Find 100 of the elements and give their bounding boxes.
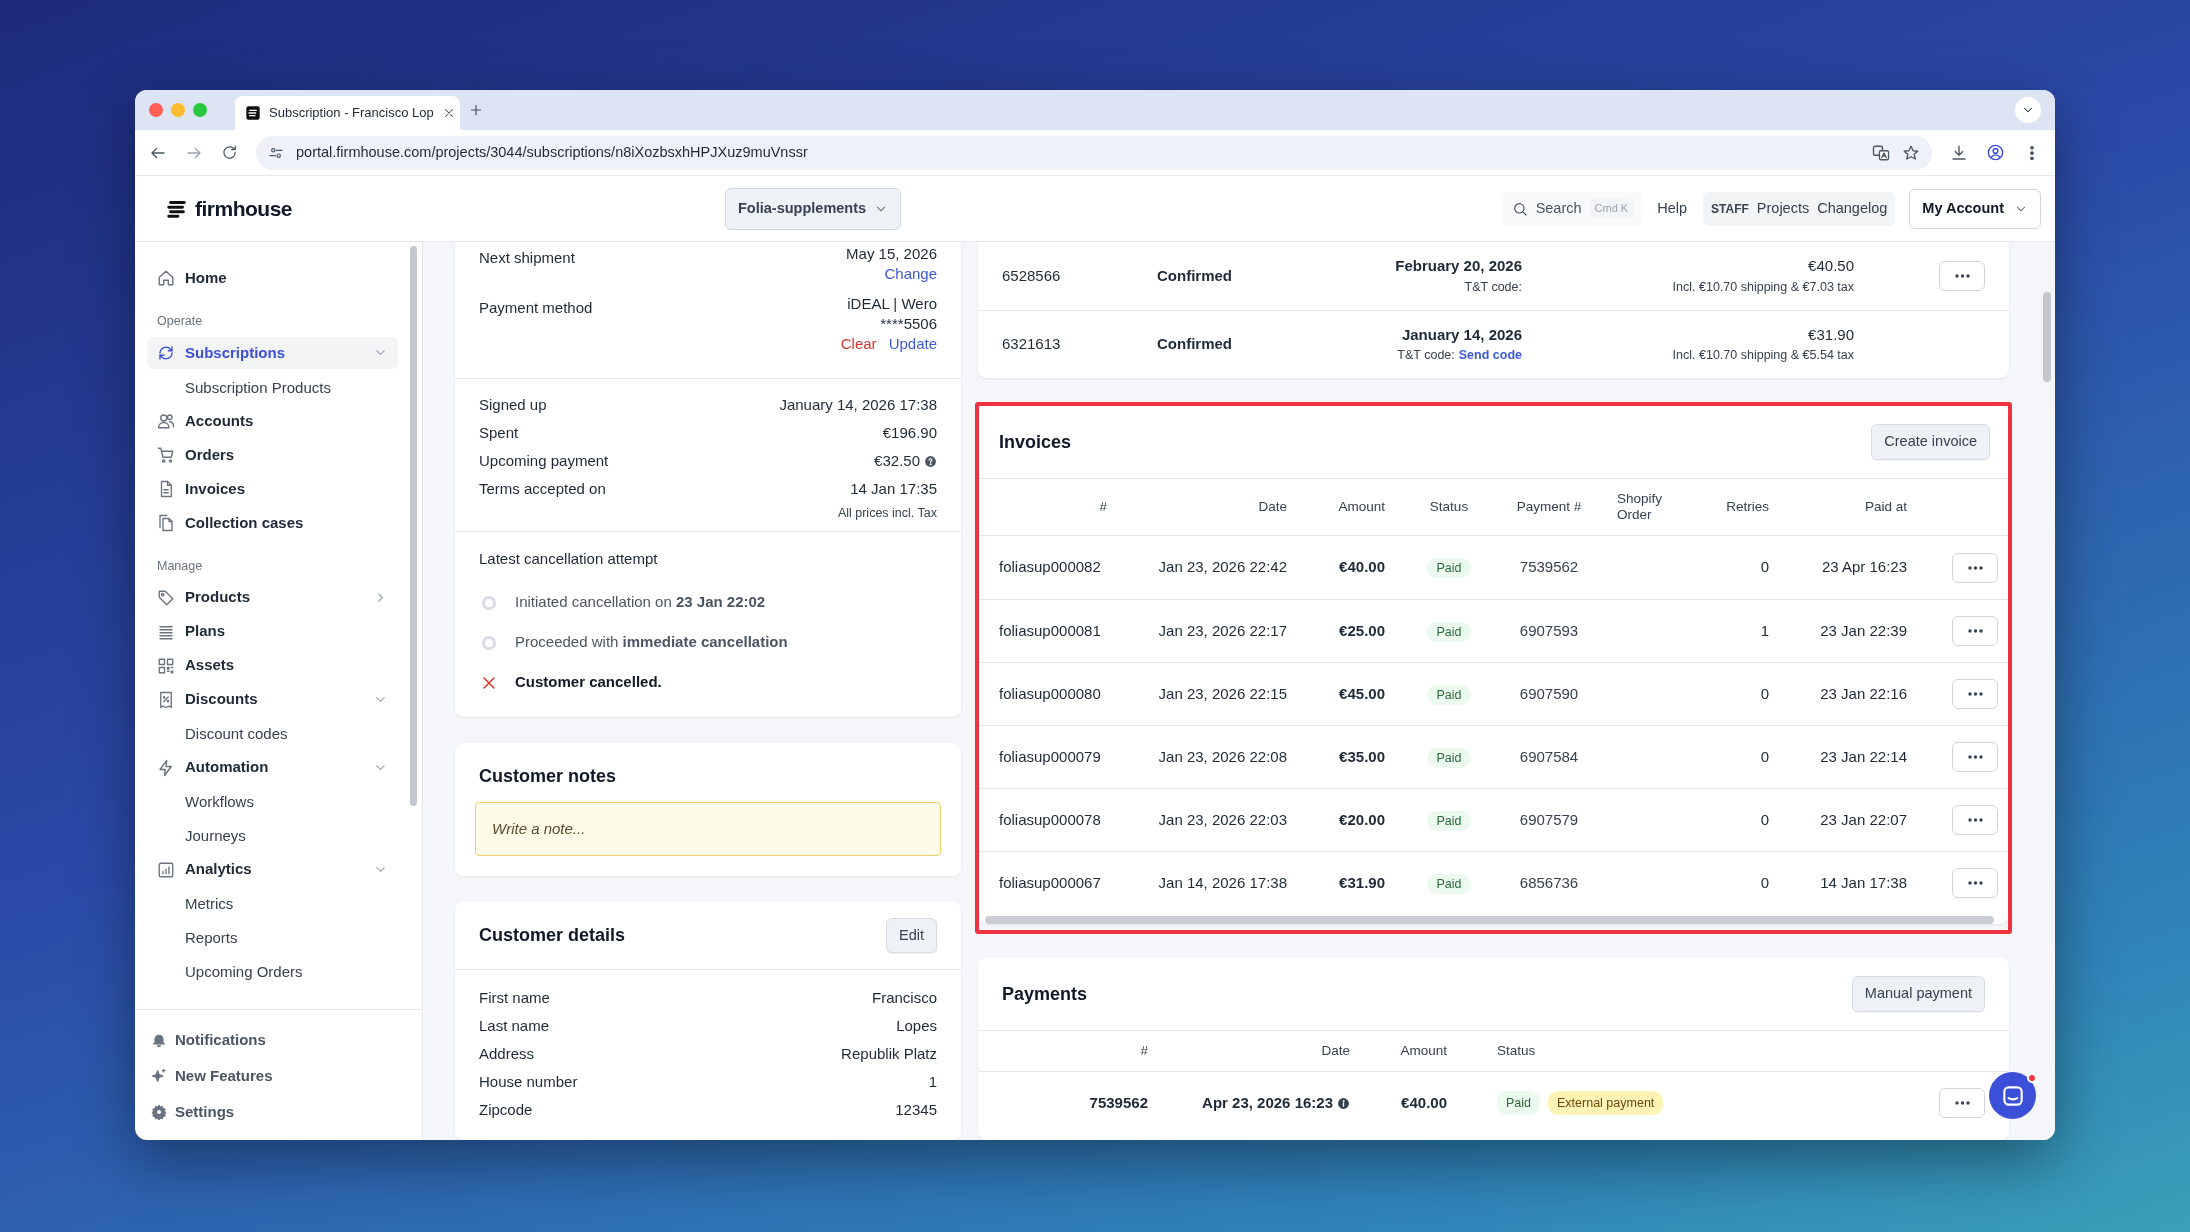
send-code-link[interactable]: Send code [1458,348,1522,363]
column-header: # [1140,1042,1148,1058]
detail-label: First name [479,988,550,1009]
detail-value: May 15, 2026 [846,244,937,264]
more-button[interactable] [1952,679,1998,709]
detail-label: Spent [479,423,519,443]
detail-value: €32.50 [874,451,920,471]
staff-link[interactable]: Projects [1756,197,1810,220]
help-link[interactable]: Help [1657,197,1688,220]
sidebar-item[interactable]: Products [147,581,398,614]
star-icon[interactable] [1902,143,1920,162]
detail-value: Lopes [896,1016,937,1037]
edit-button[interactable]: Edit [886,917,937,954]
column-header: Amount [1400,1042,1447,1058]
project-dropdown[interactable]: Folia-supplements [725,187,902,230]
scrollbar[interactable] [2043,292,2051,382]
sidebar-subitem[interactable]: Subscription Products [147,370,398,405]
table-cell: 23 Jan 22:14 [1820,747,1907,765]
sidebar-subitem[interactable]: Workflows [147,785,398,820]
order-date: January 14, 2026 [1400,324,1522,345]
sidebar-item[interactable]: Collection cases [147,506,398,539]
action-link[interactable]: Change [884,265,937,282]
sidebar-item[interactable]: Subscriptions [147,336,398,369]
logo-text[interactable]: firmhouse [195,192,292,225]
tab-favicon-icon [245,105,261,121]
profile-icon[interactable] [1986,143,2005,162]
more-icon [1967,692,1983,696]
sidebar-item[interactable]: Invoices [147,472,398,505]
sidebar-subitem[interactable]: Reports [147,921,398,956]
column-header: # [1099,498,1107,516]
sidebar-subitem[interactable]: Metrics [147,887,398,922]
sidebar-subitem[interactable]: Upcoming Orders [147,955,398,990]
table-cell: 23 Jan 22:16 [1820,684,1907,702]
timeline-text: Proceeded with immediate cancellation [515,632,788,653]
sidebar-item[interactable]: Plans [147,615,398,648]
more-button[interactable] [1939,1088,1985,1118]
card-title: Invoices [999,430,1072,454]
help-icon[interactable] [924,454,937,468]
download-icon[interactable] [1950,143,1968,162]
search-icon [1511,200,1528,217]
detail-value: 1 [928,1072,937,1093]
sidebar-subitem[interactable]: Discount codes [147,717,398,752]
detail-value: iDEAL | Wero [846,294,937,314]
sidebar-item[interactable]: Notifications [151,1022,406,1058]
translate-icon[interactable] [1872,143,1890,162]
sidebar-item[interactable]: Analytics [147,853,398,886]
create-invoice-button[interactable]: Create invoice [1871,424,1990,460]
address-bar[interactable]: portal.firmhouse.com/projects/3044/subscriptions/n8iXozbsxhHPJXuz9muVnssr [256,135,1932,170]
tag-icon [157,588,175,607]
tab-list-button[interactable] [2015,97,2041,123]
scrollbar[interactable] [985,916,1994,924]
browser-tab[interactable]: Subscription - Francisco Lop [235,96,460,130]
action-link[interactable]: Update [888,335,937,352]
more-button[interactable] [1952,616,1998,646]
more-button[interactable] [1952,868,1998,898]
order-breakdown: Incl. €10.70 shipping & €7.03 tax [1671,278,1854,296]
status-badge: Paid [1427,558,1471,579]
manual-payment-button[interactable]: Manual payment [1851,976,1985,1012]
settings-icon [151,1104,167,1120]
order-date: February 20, 2026 [1394,256,1522,277]
sidebar-item[interactable]: Orders [147,438,398,471]
table-cell-text: Apr 23, 2026 16:23 [1202,1092,1333,1113]
clear-link[interactable]: Clear [840,335,877,352]
more-button[interactable] [1952,742,1998,772]
order-amount: €31.90 [1807,324,1854,345]
table-cell: 0 [1760,558,1769,576]
table-cell: Jan 23, 2026 22:42 [1158,558,1287,576]
info-icon[interactable] [1337,1096,1350,1110]
tracking-label: T&T code: [1464,279,1522,294]
sidebar-item[interactable]: Home [147,262,398,294]
more-button[interactable] [1952,805,1998,835]
sidebar-item[interactable]: Automation [147,751,398,784]
more-button[interactable] [1952,552,1998,583]
documents-icon [157,513,175,532]
sparkle-icon [151,1068,167,1084]
sidebar-item[interactable]: Settings [151,1094,406,1130]
more-button[interactable] [1939,261,1985,291]
staff-link[interactable]: Changelog [1817,197,1888,220]
sidebar-item[interactable]: Assets [147,649,398,682]
new-tab-icon[interactable] [468,102,484,118]
sidebar-item[interactable]: Discounts [147,683,398,716]
table-cell: 0 [1760,747,1769,765]
table-cell: 6907584 [1519,747,1579,765]
column-header: Status [1497,1042,1536,1058]
window-control[interactable] [193,103,207,117]
note-field[interactable]: Write a note... [475,801,941,856]
table-cell: 0 [1760,873,1769,891]
reload-icon[interactable] [221,144,238,161]
scrollbar[interactable] [410,246,417,806]
sidebar-subitem[interactable]: Journeys [147,819,398,854]
table-cell: Jan 23, 2026 22:17 [1158,621,1287,639]
search-field[interactable]: Search Cmd K [1501,191,1644,226]
account-dropdown[interactable]: My Account [1909,188,2041,229]
window-control[interactable] [149,103,163,117]
sidebar-item[interactable]: Accounts [147,404,398,437]
order-number: 6321613 [1002,334,1062,355]
column-header: Amount [1338,498,1385,516]
sidebar-item[interactable]: New Features [151,1058,406,1094]
table-cell: €45.00 [1339,684,1385,702]
shortcut-hint: Cmd K [1589,199,1634,218]
